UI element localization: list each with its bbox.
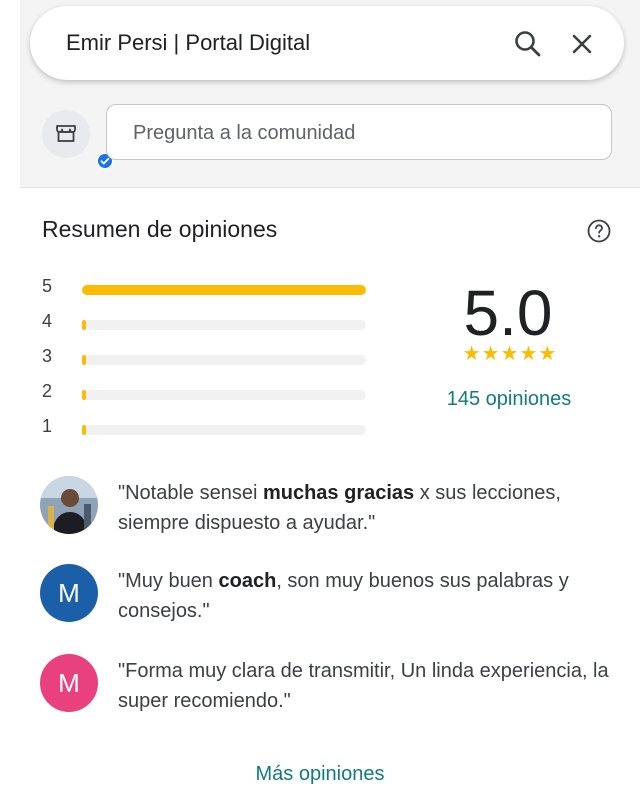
close-button[interactable]: [562, 24, 602, 64]
rating-bar-2: 2: [42, 379, 372, 407]
review-text: "Muy buen coach, son muy buenos sus pala…: [118, 570, 569, 622]
section-divider: [20, 187, 640, 188]
rating-bar-fill: [82, 320, 86, 330]
rating-bar-fill: [82, 285, 366, 295]
rating-bar-fill: [82, 425, 86, 435]
review-highlight: muchas gracias: [262, 482, 415, 504]
rating-stars: ★★★★★: [462, 343, 558, 365]
rating-bar-4: 4: [42, 309, 372, 337]
rating-bar-fill: [82, 390, 86, 400]
rating-bar-label: 1: [42, 416, 53, 436]
review-text: "Forma muy clara de transmitir, Un linda…: [118, 660, 609, 712]
reviewer-photo: [40, 476, 98, 534]
rating-bar-track: [82, 425, 366, 435]
reviewer-avatar: M: [40, 654, 98, 712]
rating-bar-track: [82, 285, 366, 295]
rating-bar-fill: [82, 355, 86, 365]
review-text: "Notable sensei muchas gracias x sus lec…: [118, 482, 561, 534]
average-rating: 5.0: [463, 277, 553, 349]
storefront-icon: [56, 125, 76, 142]
reviewer-avatar: [40, 476, 98, 534]
ask-community-row: Pregunta a la comunidad: [20, 100, 620, 170]
search-button[interactable]: [508, 24, 548, 64]
search-query[interactable]: Emir Persi | Portal Digital: [66, 30, 310, 56]
search-bar[interactable]: Emir Persi | Portal Digital: [30, 6, 624, 80]
rating-bar-label: 3: [42, 346, 53, 366]
review-count-link[interactable]: 145 opiniones: [424, 388, 594, 411]
reviewer-avatar: M: [40, 564, 98, 622]
rating-bar-track: [82, 355, 366, 365]
reviews-summary-title: Resumen de opiniones: [42, 216, 278, 242]
rating-bar-label: 4: [42, 311, 53, 331]
business-avatar: [42, 110, 114, 170]
search-icon: [515, 31, 541, 57]
review-highlight: coach: [218, 570, 277, 592]
more-reviews-link[interactable]: Más opiniones: [0, 763, 640, 786]
close-icon: [572, 34, 592, 54]
rating-bar-1: 1: [42, 414, 372, 442]
rating-bar-track: [82, 320, 366, 330]
help-circle-icon: [587, 219, 611, 243]
rating-bar-label: 2: [42, 381, 53, 401]
help-button[interactable]: [586, 218, 612, 244]
left-gutter: [0, 0, 20, 807]
ask-placeholder: Pregunta a la comunidad: [133, 122, 356, 144]
rating-bar-3: 3: [42, 344, 372, 372]
rating-bar-track: [82, 390, 366, 400]
rating-bar-label: 5: [42, 276, 53, 296]
rating-bar-5: 5: [42, 274, 372, 302]
ask-community-input[interactable]: Pregunta a la comunidad: [106, 104, 612, 160]
